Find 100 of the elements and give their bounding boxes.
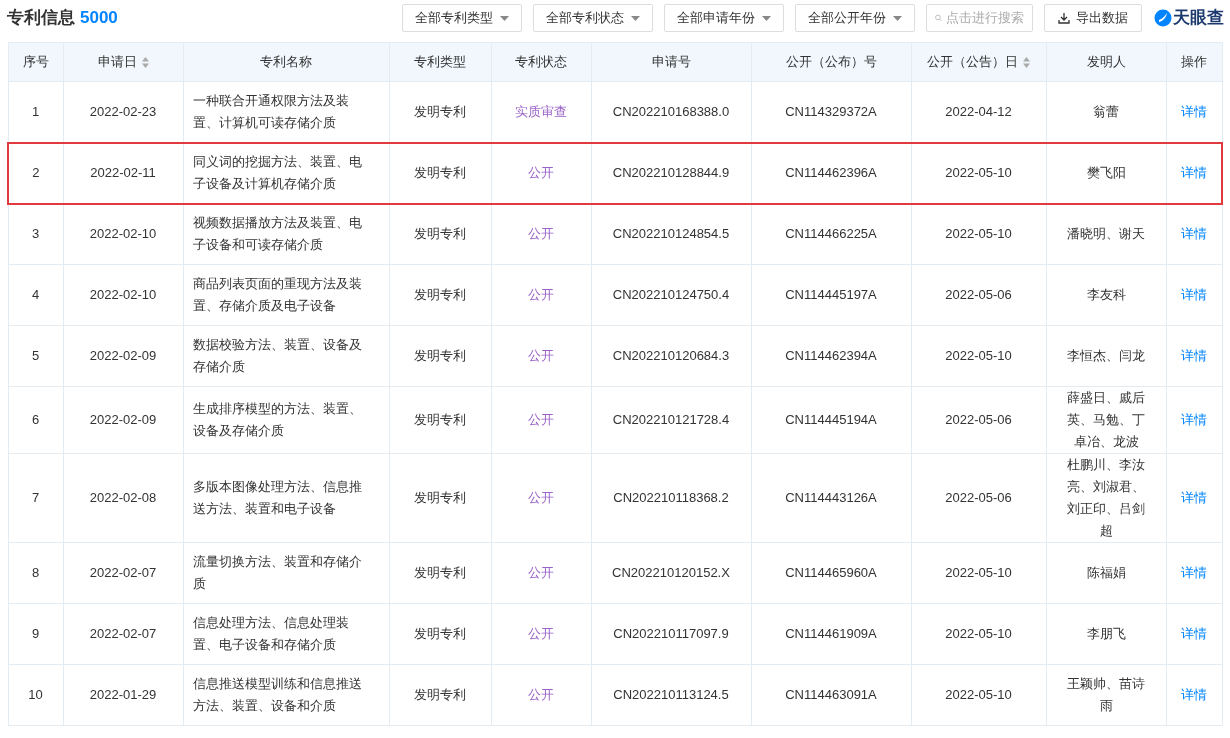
inventor-names: 杜鹏川、李汝亮、刘淑君、刘正印、吕剑超 <box>1066 456 1146 540</box>
publication-date: 2022-05-10 <box>945 687 1012 702</box>
date-cell: 2022-02-07 <box>89 626 157 641</box>
application-number: CN202210120684.3 <box>612 348 730 363</box>
details-link[interactable]: 详情 <box>1181 287 1207 302</box>
patent-type: 发明专利 <box>414 490 466 505</box>
publication-number: CN114463091A <box>785 687 877 702</box>
section-title: 专利信息 <box>7 7 75 30</box>
details-link[interactable]: 详情 <box>1181 687 1207 702</box>
caret-icon <box>762 15 771 21</box>
patent-status: 公开 <box>528 287 554 302</box>
search-field[interactable]: 点击进行搜索 <box>926 4 1033 32</box>
date-cell: 2022-02-10 <box>89 287 157 302</box>
patent-type: 发明专利 <box>414 287 466 302</box>
inventor-names: 李友科 <box>1085 286 1127 304</box>
date-cell: 2022-02-11 <box>90 165 156 180</box>
publication-date: 2022-05-06 <box>945 490 1012 505</box>
column-header: 专利名称 <box>260 53 312 72</box>
publication-number: CN114465960A <box>785 565 877 580</box>
inventor-names: 李朋飞 <box>1085 625 1127 643</box>
row-number: 9 <box>31 626 40 641</box>
publication-date: 2022-05-10 <box>945 626 1012 641</box>
publication-number: CN114461909A <box>785 626 877 641</box>
filter-dropdown[interactable]: 全部申请年份 <box>664 4 784 32</box>
caret-icon <box>893 15 902 21</box>
details-link[interactable]: 详情 <box>1181 565 1207 580</box>
sort-icon[interactable] <box>1023 56 1030 68</box>
export-button[interactable]: 导出数据 <box>1044 4 1142 32</box>
application-number: CN202210168388.0 <box>612 103 730 119</box>
column-header[interactable]: 申请日 <box>97 52 137 72</box>
details-link[interactable]: 详情 <box>1181 490 1207 505</box>
date-cell: 2022-02-23 <box>89 103 157 119</box>
patent-name: 信息推送模型训练和信息推送方法、装置、设备和介质 <box>191 675 363 715</box>
filter-dropdown[interactable]: 全部公开年份 <box>795 4 915 32</box>
details-link[interactable]: 详情 <box>1181 626 1207 641</box>
details-link[interactable]: 详情 <box>1180 165 1207 180</box>
caret-icon <box>631 15 640 21</box>
details-link[interactable]: 详情 <box>1181 103 1207 119</box>
details-link[interactable]: 详情 <box>1181 226 1207 242</box>
publication-date: 2022-05-10 <box>945 565 1012 580</box>
patent-status: 公开 <box>528 687 554 702</box>
patent-type: 发明专利 <box>414 412 466 427</box>
column-header: 公开（公布）号 <box>785 53 877 72</box>
column-header: 序号 <box>22 53 49 72</box>
patent-type: 发明专利 <box>414 103 466 119</box>
row-number: 4 <box>31 287 40 302</box>
patent-name: 数据校验方法、装置、设备及存储介质 <box>191 336 363 376</box>
publication-date: 2022-05-10 <box>945 348 1012 363</box>
inventor-names: 陈福娟 <box>1085 564 1127 582</box>
row-number: 2 <box>32 165 40 180</box>
patent-status: 公开 <box>528 490 554 505</box>
inventor-names: 翁蕾 <box>1092 102 1120 121</box>
details-link[interactable]: 详情 <box>1181 412 1207 427</box>
application-number: CN202210117097.9 <box>613 626 729 641</box>
patent-type: 发明专利 <box>414 687 466 702</box>
publication-date: 2022-05-06 <box>945 412 1012 427</box>
count: 5000 <box>80 7 118 30</box>
publication-number: CN114443126A <box>785 490 877 505</box>
patent-type: 发明专利 <box>414 165 466 180</box>
row-number: 5 <box>31 348 40 363</box>
row-number: 7 <box>31 490 40 505</box>
patent-name: 视频数据播放方法及装置、电子设备和可读存储介质 <box>191 214 363 255</box>
publication-number: CN114329372A <box>785 103 877 119</box>
date-cell: 2022-02-07 <box>89 565 157 580</box>
application-number: CN202210118368.2 <box>613 490 729 505</box>
date-cell: 2022-01-29 <box>89 687 157 702</box>
row-number: 3 <box>31 226 40 242</box>
logo-text: 天眼查 <box>1173 7 1224 30</box>
inventor-names: 薛盛日、戚后英、马勉、丁卓冶、龙波 <box>1066 389 1146 451</box>
patent-status: 实质审查 <box>515 103 567 119</box>
date-cell: 2022-02-08 <box>89 490 157 505</box>
patent-status: 公开 <box>528 565 554 580</box>
patent-name: 同义词的挖掘方法、装置、电子设备及计算机存储介质 <box>191 153 363 193</box>
caret-icon <box>500 15 509 21</box>
column-header: 申请号 <box>651 53 691 72</box>
filter-dropdown[interactable]: 全部专利状态 <box>533 4 653 32</box>
patent-type: 发明专利 <box>414 348 466 363</box>
patent-name: 流量切换方法、装置和存储介质 <box>191 553 363 593</box>
application-number: CN202210120152.X <box>612 565 730 580</box>
inventor-names: 李恒杰、闫龙 <box>1066 347 1146 365</box>
row-number: 6 <box>31 412 40 427</box>
publication-number: CN114462394A <box>785 348 877 363</box>
publication-date: 2022-04-12 <box>945 103 1012 119</box>
column-header: 发明人 <box>1086 53 1126 72</box>
sort-icon[interactable] <box>141 56 149 68</box>
filter-dropdown[interactable]: 全部专利类型 <box>402 4 522 32</box>
patent-name: 商品列表页面的重现方法及装置、存储介质及电子设备 <box>191 275 363 315</box>
column-header: 操作 <box>1181 53 1207 72</box>
patent-name: 信息处理方法、信息处理装置、电子设备和存储介质 <box>191 614 350 654</box>
inventor-names: 王颖帅、苗诗雨 <box>1066 675 1146 715</box>
application-number: CN202210121728.4 <box>612 412 730 427</box>
search-icon <box>935 12 942 24</box>
inventor-names: 樊飞阳 <box>1085 164 1127 182</box>
patent-status: 公开 <box>528 226 554 242</box>
patent-type: 发明专利 <box>414 226 466 242</box>
patent-type: 发明专利 <box>414 626 466 641</box>
publication-date: 2022-05-06 <box>945 287 1012 302</box>
application-number: CN202210124750.4 <box>612 287 730 302</box>
details-link[interactable]: 详情 <box>1181 348 1207 363</box>
patent-status: 公开 <box>528 348 554 363</box>
